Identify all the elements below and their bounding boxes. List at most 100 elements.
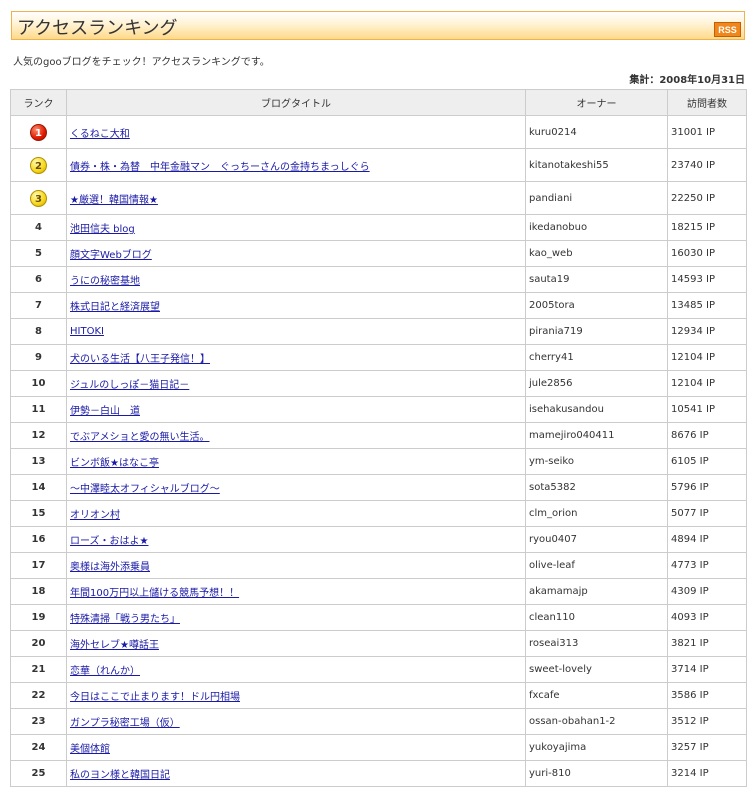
- blog-title-link[interactable]: 特殊清掃「戦う男たち」: [70, 614, 180, 625]
- table-row: 5 顔文字Webブログ kao_web 16030 IP: [10, 240, 747, 267]
- rank-cell: 24: [10, 734, 67, 761]
- col-header-owner: オーナー: [525, 89, 668, 116]
- visitor-count-cell: 3512 IP: [667, 708, 747, 735]
- blog-title-cell: 伊勢－白山 道: [66, 396, 526, 423]
- blog-title-link[interactable]: 奥様は海外添乗員: [70, 562, 150, 573]
- col-header-rank: ランク: [10, 89, 67, 116]
- rank-cell: 14: [10, 474, 67, 501]
- blog-title-link[interactable]: 海外セレブ★噂話王: [70, 640, 159, 651]
- blog-title-link[interactable]: でぶアメショと愛の無い生活。: [70, 432, 210, 443]
- table-row: 13 ビンボ飯★はなこ亭 ym-seiko 6105 IP: [10, 448, 747, 475]
- rank-cell: 7: [10, 292, 67, 319]
- rank-cell: 13: [10, 448, 67, 475]
- blog-title-link[interactable]: 株式日記と経済展望: [70, 302, 160, 313]
- owner-cell: sota5382: [525, 474, 668, 501]
- blog-title-link[interactable]: 今日はここで止まります！ドル円相場: [70, 692, 240, 703]
- owner-cell: kuru0214: [525, 115, 668, 149]
- owner-cell: kitanotakeshi55: [525, 148, 668, 182]
- visitor-count-cell: 13485 IP: [667, 292, 747, 319]
- owner-cell: mamejiro040411: [525, 422, 668, 449]
- blog-title-cell: 池田信夫 blog: [66, 214, 526, 241]
- table-header-row: ランク ブログタイトル オーナー 訪問者数: [10, 89, 747, 116]
- owner-cell: ryou0407: [525, 526, 668, 553]
- rank-cell: 5: [10, 240, 67, 267]
- col-header-title: ブログタイトル: [66, 89, 526, 116]
- rank-cell: 6: [10, 266, 67, 293]
- blog-title-link[interactable]: 美個体館: [70, 744, 110, 755]
- table-row: 19 特殊清掃「戦う男たち」 clean110 4093 IP: [10, 604, 747, 631]
- blog-title-link[interactable]: 伊勢－白山 道: [70, 406, 140, 417]
- blog-title-link[interactable]: ジュルのしっぽ－猫日記－: [70, 380, 189, 391]
- blog-title-cell: ガンプラ秘密工場（仮）: [66, 708, 526, 735]
- owner-cell: olive-leaf: [525, 552, 668, 579]
- rank-cell: 17: [10, 552, 67, 579]
- rss-button[interactable]: RSS: [714, 22, 741, 37]
- table-row: 2 債券・株・為替 中年金融マン ぐっちーさんの金持ちまっしぐら kitanotak…: [10, 148, 747, 182]
- rank-cell: 11: [10, 396, 67, 423]
- table-row: 4 池田信夫 blog ikedanobuo 18215 IP: [10, 214, 747, 241]
- rank-cell: 15: [10, 500, 67, 527]
- blog-title-cell: ★厳選！韓国情報★: [66, 181, 526, 215]
- blog-title-link[interactable]: ★厳選！韓国情報★: [70, 195, 158, 206]
- blog-title-cell: でぶアメショと愛の無い生活。: [66, 422, 526, 449]
- blog-title-link[interactable]: ～中澤睦太オフィシャルブログ～: [70, 484, 220, 495]
- blog-title-link[interactable]: 顔文字Webブログ: [70, 250, 152, 261]
- visitor-count-cell: 3714 IP: [667, 656, 747, 683]
- blog-title-link[interactable]: ガンプラ秘密工場（仮）: [70, 718, 180, 729]
- blog-title-cell: 恋華（れんか）: [66, 656, 526, 683]
- visitor-count-cell: 4894 IP: [667, 526, 747, 553]
- visitor-count-cell: 4093 IP: [667, 604, 747, 631]
- blog-title-link[interactable]: オリオン村: [70, 510, 120, 521]
- blog-title-link[interactable]: 池田信夫 blog: [70, 224, 135, 235]
- table-row: 9 犬のいる生活【八王子発信！】 cherry41 12104 IP: [10, 344, 747, 371]
- rank-cell: 4: [10, 214, 67, 241]
- owner-cell: ym-seiko: [525, 448, 668, 475]
- rank-cell: 25: [10, 760, 67, 787]
- visitor-count-cell: 31001 IP: [667, 115, 747, 149]
- owner-cell: 2005tora: [525, 292, 668, 319]
- visitor-count-cell: 10541 IP: [667, 396, 747, 423]
- blog-title-cell: ジュルのしっぽ－猫日記－: [66, 370, 526, 397]
- blog-title-cell: 今日はここで止まります！ドル円相場: [66, 682, 526, 709]
- rank-cell: 8: [10, 318, 67, 345]
- table-row: 20 海外セレブ★噂話王 roseai313 3821 IP: [10, 630, 747, 657]
- owner-cell: yuri-810: [525, 760, 668, 787]
- visitor-count-cell: 14593 IP: [667, 266, 747, 293]
- owner-cell: ossan-obahan1-2: [525, 708, 668, 735]
- table-row: 8 HITOKI pirania719 12934 IP: [10, 318, 747, 345]
- table-row: 21 恋華（れんか） sweet-lovely 3714 IP: [10, 656, 747, 683]
- blog-title-link[interactable]: ローズ・おはよ★: [70, 536, 148, 547]
- blog-title-cell: 顔文字Webブログ: [66, 240, 526, 267]
- owner-cell: pandiani: [525, 181, 668, 215]
- rank-cell: 1: [10, 115, 67, 149]
- page-title: アクセスランキング: [17, 18, 178, 39]
- blog-title-link[interactable]: HITOKI: [70, 326, 104, 337]
- blog-title-link[interactable]: 年間100万円以上儲ける競馬予想！！: [70, 588, 239, 599]
- visitor-count-cell: 22250 IP: [667, 181, 747, 215]
- blog-title-link[interactable]: 私のヨン様と韓国日記: [70, 770, 170, 781]
- rank-cell: 2: [10, 148, 67, 182]
- rank-cell: 12: [10, 422, 67, 449]
- blog-title-link[interactable]: 債券・株・為替 中年金融マン ぐっちーさんの金持ちまっしぐら: [70, 162, 370, 173]
- owner-cell: roseai313: [525, 630, 668, 657]
- owner-cell: yukoyajima: [525, 734, 668, 761]
- blog-title-link[interactable]: 犬のいる生活【八王子発信！】: [70, 354, 210, 365]
- visitor-count-cell: 12934 IP: [667, 318, 747, 345]
- table-row: 14 ～中澤睦太オフィシャルブログ～ sota5382 5796 IP: [10, 474, 747, 501]
- owner-cell: isehakusandou: [525, 396, 668, 423]
- intro-text: 人気のgooブログをチェック！アクセスランキングです。: [13, 57, 270, 68]
- col-header-views: 訪問者数: [667, 89, 747, 116]
- blog-title-link[interactable]: うにの秘密基地: [70, 276, 140, 287]
- page: アクセスランキング RSS 人気のgooブログをチェック！アクセスランキングです…: [0, 0, 756, 799]
- table-row: 18 年間100万円以上儲ける競馬予想！！ akamamajp 4309 IP: [10, 578, 747, 605]
- blog-title-link[interactable]: ビンボ飯★はなこ亭: [70, 458, 159, 469]
- rank-cell: 9: [10, 344, 67, 371]
- visitor-count-cell: 8676 IP: [667, 422, 747, 449]
- visitor-count-cell: 3214 IP: [667, 760, 747, 787]
- blog-title-link[interactable]: くるねこ大和: [70, 129, 130, 140]
- blog-title-cell: うにの秘密基地: [66, 266, 526, 293]
- visitor-count-cell: 12104 IP: [667, 370, 747, 397]
- table-row: 6 うにの秘密基地 sauta19 14593 IP: [10, 266, 747, 293]
- blog-title-link[interactable]: 恋華（れんか）: [70, 666, 140, 677]
- visitor-count-cell: 16030 IP: [667, 240, 747, 267]
